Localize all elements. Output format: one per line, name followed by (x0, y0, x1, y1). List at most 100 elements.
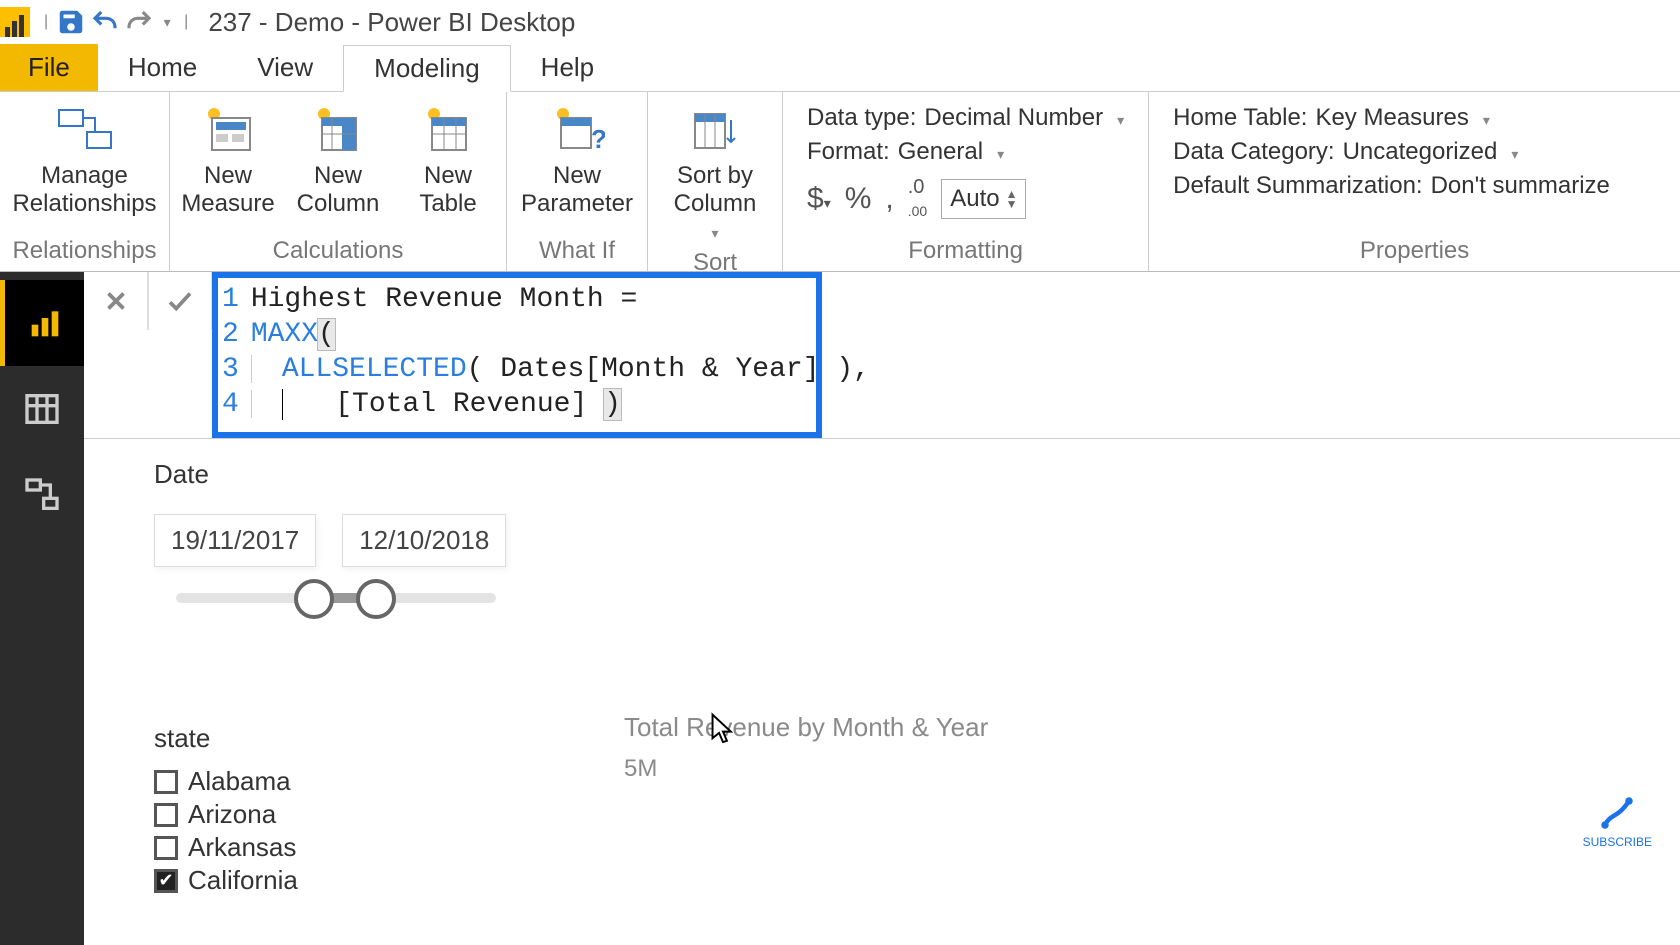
spinner-icon[interactable]: ▲▼ (1006, 189, 1018, 209)
new-measure-label: New Measure (181, 162, 274, 217)
default-summarization-dropdown[interactable]: Default Summarization: Don't summarize (1173, 172, 1656, 200)
left-nav-rail (0, 272, 84, 945)
default-summarization-label: Default Summarization: (1173, 172, 1422, 200)
data-view-button[interactable] (0, 366, 84, 452)
new-table-label: New Table (419, 162, 476, 217)
sort-by-column-button[interactable]: Sort by Column (658, 98, 772, 245)
manage-relationships-label: Manage Relationships (12, 162, 156, 217)
new-column-label: New Column (297, 162, 380, 217)
data-type-dropdown[interactable]: Data type: Decimal Number (807, 104, 1124, 132)
format-dropdown[interactable]: Format: General (807, 138, 1124, 166)
tab-modeling[interactable]: Modeling (343, 45, 511, 92)
data-category-value: Uncategorized (1343, 138, 1498, 166)
ribbon-group-relationships: Manage Relationships Relationships (0, 92, 170, 271)
new-parameter-button[interactable]: ? New Parameter (517, 98, 637, 217)
chart-title: Total Revenue by Month & Year (624, 712, 988, 743)
chevron-down-icon (1505, 138, 1518, 166)
model-view-button[interactable] (0, 452, 84, 538)
new-table-icon (416, 102, 480, 158)
format-label: Format: (807, 138, 890, 166)
decimal-auto-label: Auto (950, 185, 999, 213)
chevron-down-icon (711, 217, 718, 245)
tab-file[interactable]: File (0, 44, 98, 91)
tab-help[interactable]: Help (511, 44, 624, 91)
percent-format-button[interactable]: % (845, 182, 872, 216)
save-button[interactable] (54, 5, 88, 39)
line-number-gutter: 1234 (222, 282, 251, 422)
date-end-input[interactable]: 12/10/2018 (342, 514, 506, 567)
qat-customize-button[interactable]: ▾ (156, 5, 178, 39)
state-item-label: Arkansas (188, 832, 296, 863)
new-table-button[interactable]: New Table (400, 98, 496, 217)
range-thumb-start[interactable] (294, 579, 334, 619)
state-item-label: Alabama (188, 766, 291, 797)
redo-button[interactable] (122, 5, 156, 39)
new-parameter-icon: ? (545, 102, 609, 158)
app-logo-icon (0, 7, 30, 37)
new-measure-button[interactable]: New Measure (180, 98, 276, 217)
home-table-dropdown[interactable]: Home Table: Key Measures (1173, 104, 1656, 132)
window-title: 237 - Demo - Power BI Desktop (208, 7, 575, 38)
relationships-icon (53, 102, 117, 158)
data-type-value: Decimal Number (924, 104, 1103, 132)
chart-y-tick: 5M (624, 755, 988, 783)
state-slicer-list: AlabamaArizonaArkansasCalifornia (154, 766, 1610, 896)
chevron-down-icon (1111, 104, 1124, 132)
qat-separator-2: | (184, 13, 188, 31)
subscribe-badge[interactable]: SUBSCRIBE (1583, 795, 1652, 849)
chevron-down-icon (991, 138, 1004, 166)
ribbon-group-sort: Sort by Column Sort (648, 92, 783, 271)
home-table-value: Key Measures (1315, 104, 1468, 132)
ribbon-group-formatting: Data type: Decimal Number Format: Genera… (783, 92, 1149, 271)
checkbox-icon[interactable] (154, 770, 178, 794)
commit-formula-button[interactable] (148, 272, 212, 330)
tab-view[interactable]: View (227, 44, 343, 91)
state-item-california[interactable]: California (154, 865, 1610, 896)
state-item-arizona[interactable]: Arizona (154, 799, 1610, 830)
decimal-places-input[interactable]: Auto ▲▼ (941, 179, 1026, 219)
manage-relationships-button[interactable]: Manage Relationships (10, 98, 160, 217)
tab-home[interactable]: Home (98, 44, 227, 91)
formula-editor[interactable]: 1234 Highest Revenue Month = MAXX( ALLSE… (212, 272, 1680, 438)
data-type-label: Data type: (807, 104, 916, 132)
date-range-slider[interactable] (176, 593, 496, 603)
home-table-label: Home Table: (1173, 104, 1307, 132)
report-view-button[interactable] (0, 280, 84, 366)
checkbox-icon[interactable] (154, 803, 178, 827)
group-whatif-label: What If (517, 233, 637, 271)
thousands-separator-button[interactable]: , (885, 182, 893, 216)
ribbon-group-whatif: ? New Parameter What If (507, 92, 648, 271)
range-thumb-end[interactable] (356, 579, 396, 619)
date-start-input[interactable]: 19/11/2017 (154, 514, 316, 567)
formula-text[interactable]: Highest Revenue Month = MAXX( ALLSELECTE… (251, 282, 870, 422)
sort-icon (683, 102, 747, 158)
qat-separator: | (44, 13, 48, 31)
new-column-button[interactable]: New Column (290, 98, 386, 217)
ribbon-group-properties: Home Table: Key Measures Data Category: … (1149, 92, 1680, 271)
group-properties-label: Properties (1159, 233, 1670, 271)
default-summarization-value: Don't summarize (1431, 172, 1610, 200)
sort-by-column-label: Sort by Column (674, 162, 757, 217)
currency-format-button[interactable]: $▾ (807, 182, 831, 216)
checkbox-icon[interactable] (154, 869, 178, 893)
title-bar: | ▾ | 237 - Demo - Power BI Desktop (0, 0, 1680, 44)
format-value: General (898, 138, 983, 166)
report-canvas: 1234 Highest Revenue Month = MAXX( ALLSE… (84, 272, 1680, 945)
ribbon-tab-strip: File Home View Modeling Help (0, 44, 1680, 92)
chart-visual[interactable]: Total Revenue by Month & Year 5M (624, 712, 988, 783)
undo-button[interactable] (88, 5, 122, 39)
decimal-places-icon: .0.00 (908, 176, 927, 222)
new-measure-icon (196, 102, 260, 158)
new-parameter-label: New Parameter (521, 162, 633, 217)
state-item-label: Arizona (188, 799, 276, 830)
canvas-body: Date 19/11/2017 12/10/2018 state Alabama… (84, 439, 1680, 916)
ribbon-body: Manage Relationships Relationships New M… (0, 92, 1680, 272)
date-slicer-label: Date (154, 459, 1610, 490)
state-item-label: California (188, 865, 298, 896)
data-category-dropdown[interactable]: Data Category: Uncategorized (1173, 138, 1656, 166)
data-category-label: Data Category: (1173, 138, 1334, 166)
cancel-formula-button[interactable] (84, 272, 148, 330)
state-item-arkansas[interactable]: Arkansas (154, 832, 1610, 863)
ribbon-group-calculations: New Measure New Column (170, 92, 507, 271)
checkbox-icon[interactable] (154, 836, 178, 860)
